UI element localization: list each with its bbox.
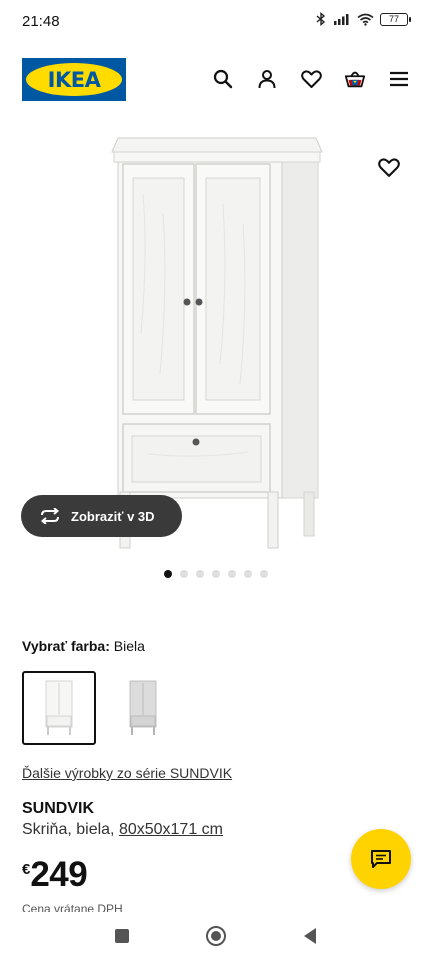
home-icon[interactable] (205, 925, 227, 947)
gallery-dot[interactable] (212, 570, 220, 578)
favorite-heart-icon[interactable] (378, 158, 402, 182)
ikea-logo[interactable]: IKEA (22, 58, 126, 101)
chat-icon (371, 850, 391, 868)
rotate-icon (40, 508, 60, 524)
recents-icon[interactable] (114, 928, 130, 944)
gallery-pagination (0, 570, 432, 578)
price-value: 249 (30, 855, 88, 894)
heart-icon[interactable] (300, 68, 322, 90)
menu-icon[interactable] (388, 68, 410, 90)
gallery-dot[interactable] (260, 570, 268, 578)
product-gallery[interactable]: Zobraziť v 3D (0, 122, 432, 562)
product-name: SUNDVIK (22, 800, 95, 817)
price-note: Cena vrátane DPH (22, 902, 123, 912)
color-value: Biela (113, 638, 145, 654)
color-label: Vybrať farba: (22, 638, 110, 654)
swatch-white[interactable] (22, 671, 96, 745)
gallery-dot[interactable] (228, 570, 236, 578)
product-type: Skriňa, biela, (22, 821, 119, 838)
search-icon[interactable] (212, 68, 234, 90)
header-actions (212, 68, 410, 90)
swatch-grey-image (129, 680, 157, 735)
product-price: € 249 (22, 855, 88, 895)
gallery-dot[interactable] (196, 570, 204, 578)
system-nav-bar (0, 912, 432, 960)
user-icon[interactable] (256, 68, 278, 90)
view-3d-button[interactable]: Zobraziť v 3D (21, 495, 182, 537)
swatch-white-image (45, 680, 73, 735)
gallery-dot[interactable] (244, 570, 252, 578)
back-icon[interactable] (302, 927, 318, 945)
color-selector-label: Vybrať farba: Biela (22, 638, 145, 654)
price-currency: € (22, 861, 31, 878)
bluetooth-icon (316, 12, 326, 26)
wifi-icon (357, 13, 374, 26)
status-time: 21:48 (22, 13, 60, 30)
product-description: Skriňa, biela, 80x50x171 cm (22, 821, 223, 839)
product-dimensions-link[interactable]: 80x50x171 cm (119, 821, 223, 838)
status-bar: 21:48 77 (0, 0, 432, 40)
gallery-dot[interactable] (164, 570, 172, 578)
basket-icon[interactable] (344, 68, 366, 90)
wardrobe-image (111, 137, 323, 549)
series-link[interactable]: Ďalšie výrobky zo série SUNDVIK (22, 765, 232, 781)
view-3d-label: Zobraziť v 3D (71, 508, 155, 524)
status-icons: 77 (315, 12, 411, 26)
chat-button[interactable] (351, 829, 411, 889)
battery-icon: 77 (380, 12, 411, 26)
color-swatches (22, 671, 180, 745)
signal-icon (334, 14, 349, 25)
swatch-grey[interactable] (106, 671, 180, 745)
app-header: IKEA (0, 40, 432, 122)
logo-text: IKEA (47, 67, 101, 92)
gallery-dot[interactable] (180, 570, 188, 578)
